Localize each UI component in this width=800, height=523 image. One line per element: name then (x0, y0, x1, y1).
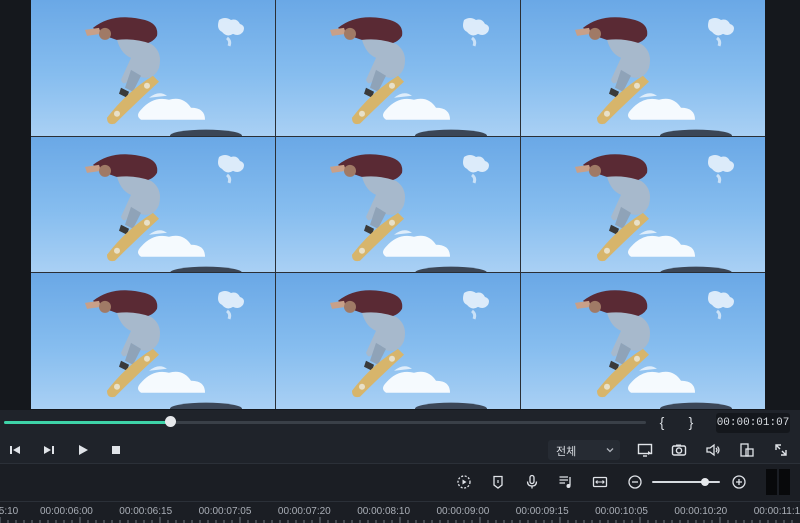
current-timecode: 00:00:01:07 (716, 413, 790, 433)
preview-tile (276, 0, 520, 136)
fit-timeline-icon[interactable] (591, 473, 609, 491)
fit-screen-icon[interactable] (738, 441, 756, 459)
preview-tile (521, 273, 765, 409)
timeline-zoom-handle[interactable] (701, 478, 710, 486)
ruler-time-label: 00:00:09:15 (515, 506, 569, 517)
mark-out-button[interactable]: } (685, 413, 697, 431)
step-forward-icon[interactable] (40, 441, 58, 459)
preview-grid (31, 0, 765, 409)
display-icon[interactable] (636, 441, 654, 459)
panel-split-right[interactable] (779, 469, 790, 495)
snapshot-icon[interactable] (670, 441, 688, 459)
preview-quality-select[interactable]: 전체 (548, 440, 620, 460)
timeline-toolbar (0, 465, 800, 501)
preview-tile (521, 136, 765, 273)
render-icon[interactable] (455, 473, 473, 491)
video-editor: { } 00:00:01:07 전체 5:10 00:00:06:00 00:0… (0, 0, 800, 523)
audio-mixer-icon[interactable] (557, 473, 575, 491)
chevron-down-icon (606, 448, 614, 453)
preview-panel (0, 0, 800, 410)
ruler-time-label: 00:00:11:1 (753, 506, 800, 517)
panel-split-left[interactable] (766, 469, 777, 495)
ruler-time-label: 00:00:10:05 (595, 506, 648, 517)
ruler-time-label: 00:00:06:15 (119, 506, 173, 517)
preview-tile (31, 0, 275, 136)
zoom-out-icon[interactable] (626, 473, 644, 491)
preview-tile (31, 136, 275, 273)
playback-progress-track[interactable] (4, 421, 646, 424)
preview-tile (276, 273, 520, 409)
ruler-time-label: 00:00:08:10 (357, 506, 411, 517)
playhead-handle[interactable] (164, 416, 176, 427)
stop-icon[interactable] (107, 441, 125, 459)
mark-in-button[interactable]: { (656, 413, 668, 431)
ruler-time-label: 00:00:07:05 (198, 506, 252, 517)
play-icon[interactable] (74, 441, 92, 459)
preview-tile (276, 136, 520, 273)
ruler-ticks (0, 517, 793, 523)
volume-icon[interactable] (704, 441, 722, 459)
ruler-time-label: 00:00:09:00 (436, 506, 490, 517)
ruler-time-label: 00:00:07:20 (277, 506, 331, 517)
ruler-time-label: :5:10 (0, 506, 19, 517)
step-back-icon[interactable] (6, 441, 24, 459)
ruler-time-label: 00:00:10:20 (674, 506, 728, 517)
preview-tile (521, 0, 765, 136)
fullscreen-icon[interactable] (772, 441, 790, 459)
preview-tile (31, 273, 275, 409)
preview-quality-value: 전체 (556, 446, 577, 458)
ruler-time-label: 00:00:06:00 (40, 506, 93, 517)
timeline-zoom-slider[interactable] (652, 481, 720, 483)
playback-progress-fill (4, 421, 170, 424)
microphone-icon[interactable] (523, 473, 541, 491)
marker-icon[interactable] (489, 473, 507, 491)
zoom-in-icon[interactable] (730, 473, 748, 491)
